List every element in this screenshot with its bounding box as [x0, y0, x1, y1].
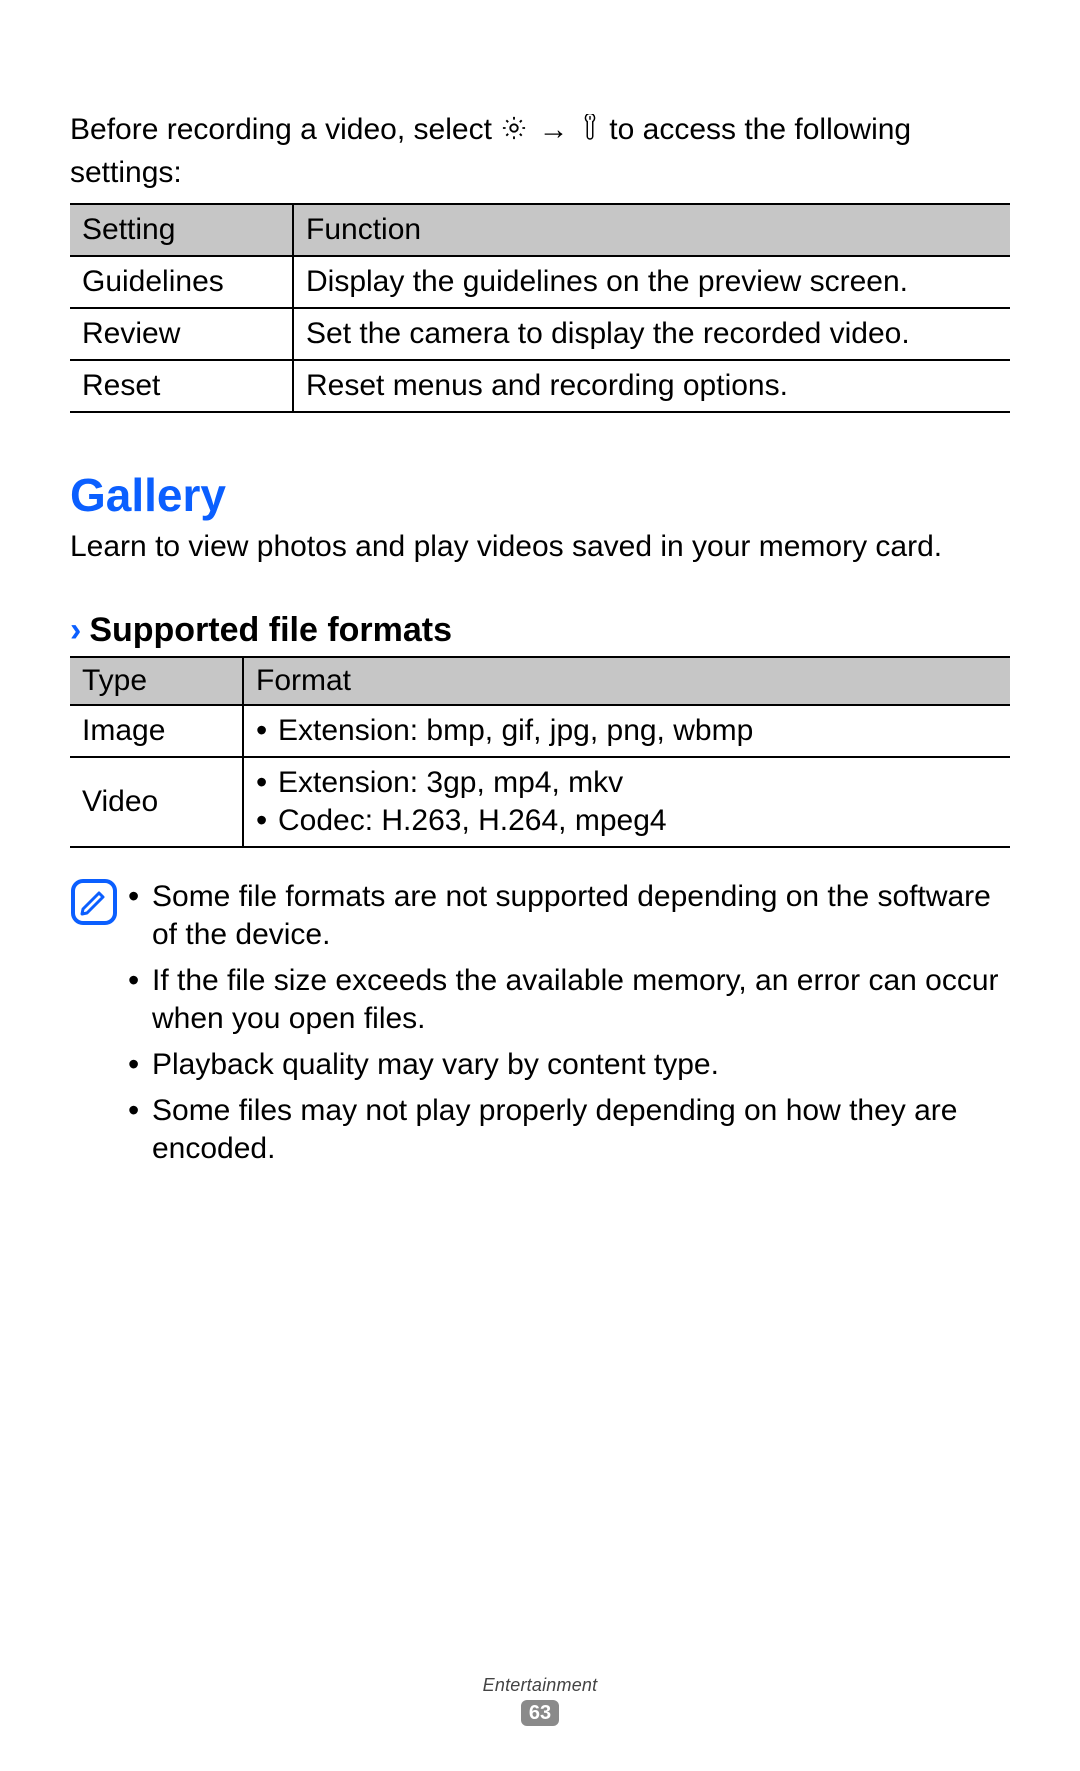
note-bullet-list: Some file formats are not supported depe…	[128, 878, 1010, 1176]
list-item: Extension: 3gp, mp4, mkv	[256, 764, 1000, 802]
table-row: Guidelines Display the guidelines on the…	[70, 256, 1010, 308]
formats-header-format: Format	[243, 657, 1010, 705]
intro-text-before: Before recording a video, select	[70, 113, 500, 146]
settings-header-function: Function	[293, 204, 1010, 256]
format-details: Extension: bmp, gif, jpg, png, wbmp	[243, 705, 1010, 757]
list-item: Some file formats are not supported depe…	[128, 878, 1010, 954]
setting-desc: Set the camera to display the recorded v…	[293, 308, 1010, 360]
note-icon	[70, 878, 128, 1176]
arrow-icon: →	[539, 113, 569, 146]
format-details: Extension: 3gp, mp4, mkv Codec: H.263, H…	[243, 757, 1010, 847]
intro-paragraph: Before recording a video, select → to ac…	[70, 110, 1010, 193]
formats-header-type: Type	[70, 657, 243, 705]
sub-heading-supported-formats: › Supported file formats	[70, 611, 1010, 650]
sub-heading-text: Supported file formats	[89, 611, 452, 650]
formats-table: Type Format Image Extension: bmp, gif, j…	[70, 656, 1010, 848]
note-block: Some file formats are not supported depe…	[70, 878, 1010, 1176]
table-row: Reset Reset menus and recording options.	[70, 360, 1010, 412]
section-title-gallery: Gallery	[70, 468, 1010, 522]
setting-name: Review	[70, 308, 293, 360]
setting-desc: Display the guidelines on the preview sc…	[293, 256, 1010, 308]
table-row: Review Set the camera to display the rec…	[70, 308, 1010, 360]
list-item: Some files may not play properly dependi…	[128, 1092, 1010, 1168]
settings-gear-icon	[500, 113, 528, 153]
list-item: Playback quality may vary by content typ…	[128, 1046, 1010, 1084]
format-type: Image	[70, 705, 243, 757]
list-item: Codec: H.263, H.264, mpeg4	[256, 802, 1000, 840]
list-item: If the file size exceeds the available m…	[128, 962, 1010, 1038]
wrench-icon	[579, 113, 601, 153]
footer-category: Entertainment	[0, 1675, 1080, 1696]
settings-header-setting: Setting	[70, 204, 293, 256]
page-footer: Entertainment 63	[0, 1675, 1080, 1726]
setting-name: Reset	[70, 360, 293, 412]
document-page: Before recording a video, select → to ac…	[0, 0, 1080, 1771]
settings-table: Setting Function Guidelines Display the …	[70, 203, 1010, 413]
setting-name: Guidelines	[70, 256, 293, 308]
page-number: 63	[521, 1700, 559, 1726]
setting-desc: Reset menus and recording options.	[293, 360, 1010, 412]
section-lead-gallery: Learn to view photos and play videos sav…	[70, 528, 1010, 566]
table-row: Image Extension: bmp, gif, jpg, png, wbm…	[70, 705, 1010, 757]
format-bullet-list: Extension: bmp, gif, jpg, png, wbmp	[256, 712, 1000, 750]
chevron-right-icon: ›	[70, 611, 81, 650]
table-row: Video Extension: 3gp, mp4, mkv Codec: H.…	[70, 757, 1010, 847]
format-bullet-list: Extension: 3gp, mp4, mkv Codec: H.263, H…	[256, 764, 1000, 840]
format-type: Video	[70, 757, 243, 847]
list-item: Extension: bmp, gif, jpg, png, wbmp	[256, 712, 1000, 750]
